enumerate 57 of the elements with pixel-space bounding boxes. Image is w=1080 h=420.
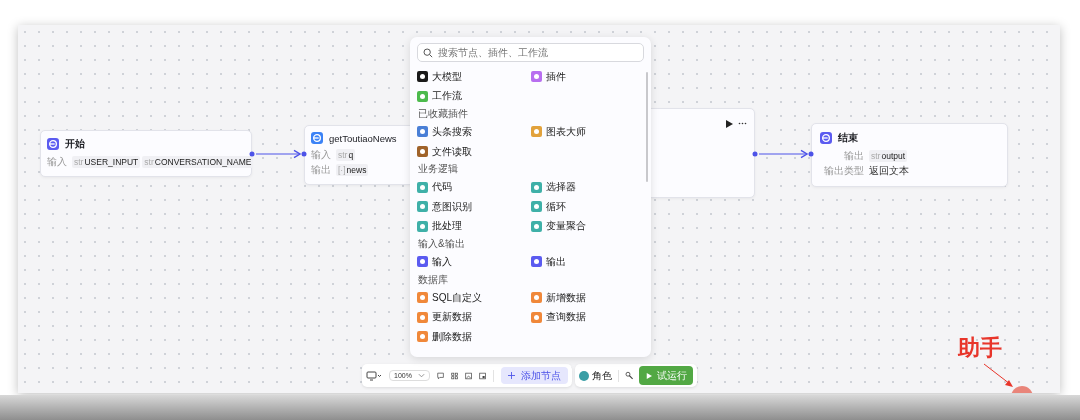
monitor-icon[interactable]: [366, 370, 382, 381]
menu-item[interactable]: 查询数据: [530, 307, 644, 327]
param-tag: str USER_INPUT: [72, 156, 141, 168]
annotation-label: 助手: [958, 334, 1002, 362]
menu-item[interactable]: 变量聚合: [530, 216, 644, 237]
menu-item[interactable]: 新增数据: [530, 287, 644, 308]
node-card[interactable]: 开始 输入 str USER_INPUT strCONVERSATION_NAME: [40, 130, 252, 177]
param-tag: [·]news: [336, 164, 369, 176]
grid-icon[interactable]: [451, 370, 459, 381]
menu-item[interactable]: 批处理: [417, 216, 531, 237]
comment-icon[interactable]: [436, 370, 444, 381]
menu-item[interactable]: 工作流: [417, 86, 531, 107]
chevron-icon: [417, 373, 425, 378]
node-icon: [47, 138, 59, 150]
section-title: 数据库: [417, 272, 449, 287]
minimap-icon[interactable]: [479, 370, 487, 381]
menu-item[interactable]: 插件: [530, 67, 644, 87]
plus-icon: [508, 372, 515, 379]
param-tag: str output: [869, 150, 908, 162]
search-field[interactable]: 搜索节点、插件、工作流: [417, 43, 644, 62]
menu-item[interactable]: SQL自定义: [417, 287, 531, 308]
row-value: 返回文本: [869, 164, 909, 178]
row-label: 输出类型: [823, 164, 864, 178]
edge-arrow: [758, 149, 808, 159]
play-icon[interactable]: [725, 120, 733, 128]
menu-item[interactable]: 大模型: [417, 67, 531, 87]
menu-item[interactable]: 图表大师: [530, 122, 644, 142]
menu-item[interactable]: 循环: [530, 196, 644, 217]
section-title: 业务逻辑: [417, 162, 459, 177]
wrench-icon[interactable]: [624, 371, 634, 380]
row-label: 输入: [47, 155, 67, 169]
image-icon[interactable]: [465, 370, 473, 381]
menu-item[interactable]: 选择器: [530, 177, 644, 197]
param-tag: strCONVERSATION_NAME: [142, 156, 254, 168]
annotation-arrow: [983, 363, 1015, 389]
menu-item[interactable]: 输出: [530, 252, 644, 272]
section-title: 已收藏插件: [417, 107, 469, 122]
play-icon: [645, 372, 652, 379]
row-label: 输出: [311, 163, 331, 177]
menu-item[interactable]: 意图识别: [417, 196, 531, 217]
row-label: 输出: [843, 149, 864, 163]
row-label: 输入: [311, 148, 331, 162]
section-title: 输入&输出: [417, 237, 466, 252]
menu-item[interactable]: 更新数据: [417, 307, 531, 327]
more-icon[interactable]: [737, 122, 748, 125]
node-icon: [311, 132, 323, 144]
param-tag: str q: [336, 149, 356, 161]
role-button[interactable]: 角色: [579, 368, 612, 383]
node-title: getToutiaoNews: [329, 132, 397, 144]
node-title: 结束: [838, 131, 858, 145]
edge-arrow: [255, 149, 301, 159]
menu-item[interactable]: 输入: [417, 252, 531, 272]
node-icon: [820, 132, 832, 144]
menu-item[interactable]: 删除数据: [417, 326, 531, 347]
node-title: 开始: [65, 137, 85, 151]
add-node-button[interactable]: 添加节点: [501, 367, 568, 384]
node-card[interactable]: 结束 输出 str output 输出类型 返回文本: [811, 123, 1008, 187]
